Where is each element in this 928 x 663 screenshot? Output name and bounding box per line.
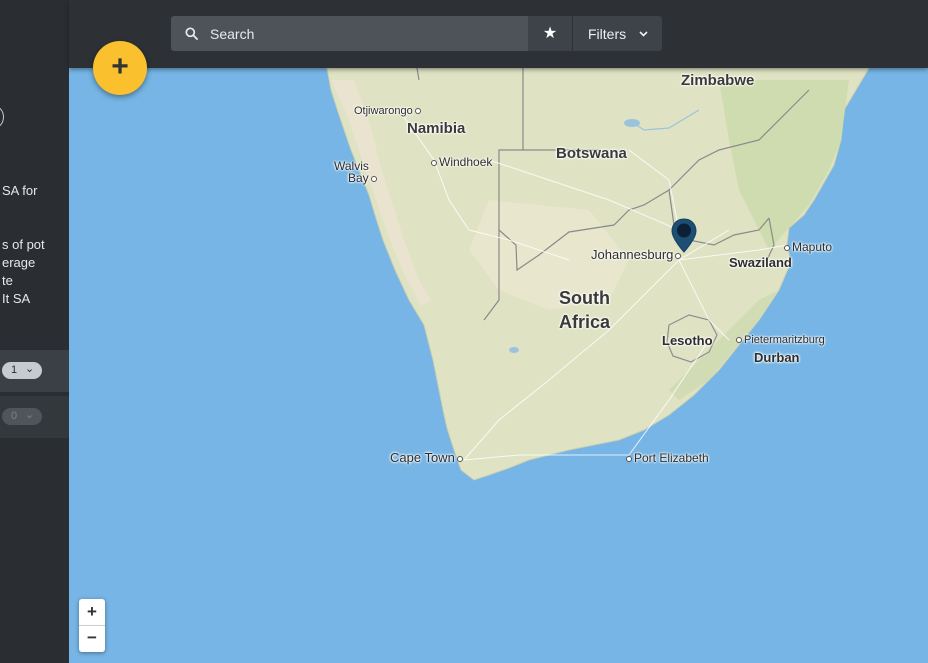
- map-label-city: Bay: [348, 172, 379, 184]
- lake: [509, 347, 519, 353]
- radio-icon[interactable]: [0, 106, 4, 128]
- star-icon: ★: [542, 25, 558, 42]
- sidebar-text: te: [2, 273, 13, 288]
- sidebar-text: s of pot: [2, 237, 45, 252]
- count-dropdown[interactable]: 1 ⌄: [2, 362, 42, 379]
- count-dropdown[interactable]: 0 ⌄: [2, 408, 42, 425]
- map-label-country: South: [559, 288, 610, 308]
- map-label-country: Namibia: [407, 120, 466, 137]
- chevron-down-icon: ⌄: [25, 363, 35, 375]
- sidebar-list-item[interactable]: 1 ⌄: [0, 350, 69, 392]
- sidebar: SA for s of pot erage te It SA 1 ⌄ 0 ⌄: [0, 0, 69, 663]
- map-label-city: Port Elizabeth: [624, 452, 709, 464]
- search-icon: [185, 27, 198, 40]
- sidebar-list-item[interactable]: 0 ⌄: [0, 396, 69, 438]
- add-button[interactable]: +: [93, 41, 147, 95]
- map-pin-icon[interactable]: [670, 218, 698, 254]
- map-label-city: Maputo: [782, 241, 832, 253]
- map-label-country: Swaziland: [729, 255, 792, 270]
- map-label-country: Africa: [559, 312, 611, 332]
- chevron-down-icon: [639, 31, 648, 37]
- sidebar-text: It SA: [2, 291, 31, 306]
- plus-icon: +: [111, 50, 129, 83]
- zoom-controls: + −: [79, 599, 105, 652]
- top-toolbar: Search ★ Filters: [69, 0, 928, 68]
- map-canvas[interactable]: Zimbabwe Namibia Botswana South Africa S…: [69, 0, 928, 663]
- map-label-city: Otjiwarongo: [354, 106, 423, 117]
- sidebar-text: SA for: [2, 183, 38, 198]
- map-label-country: Lesotho: [662, 333, 713, 348]
- lake: [624, 119, 640, 127]
- map-tiles: [326, 67, 870, 481]
- chevron-down-icon: ⌄: [25, 409, 35, 421]
- map-label-city: Cape Town: [390, 451, 465, 464]
- count-value: 1: [11, 364, 18, 376]
- favorites-button[interactable]: ★: [528, 16, 572, 51]
- map-label-country: Botswana: [556, 145, 627, 162]
- filters-button[interactable]: Filters: [573, 16, 662, 51]
- count-value: 0: [11, 410, 18, 422]
- zoom-in-button[interactable]: +: [79, 599, 105, 626]
- filters-label: Filters: [588, 26, 627, 42]
- zoom-out-button[interactable]: −: [79, 625, 105, 651]
- map-label-country: Zimbabwe: [681, 72, 755, 89]
- map-label-city: Durban: [754, 350, 800, 365]
- search-input[interactable]: Search: [171, 16, 528, 51]
- map-label-city: Windhoek: [429, 156, 492, 168]
- sidebar-text: erage: [2, 255, 36, 270]
- map-label-city: Pietermaritzburg: [734, 335, 825, 346]
- search-placeholder: Search: [210, 26, 255, 42]
